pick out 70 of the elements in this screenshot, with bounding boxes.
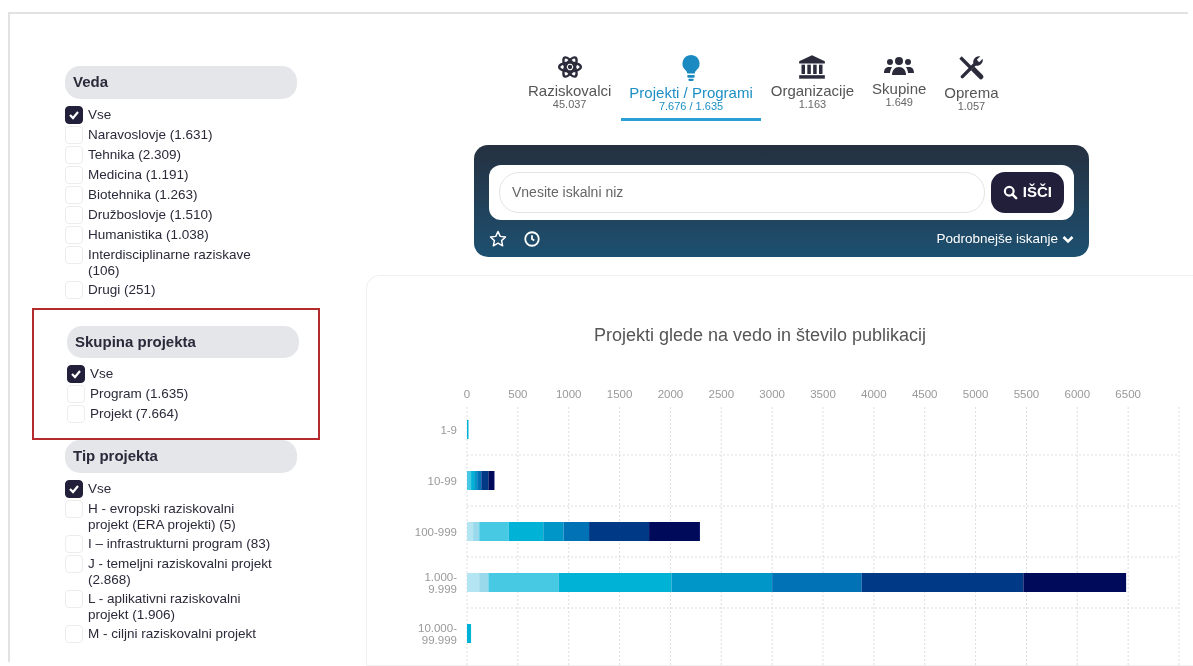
checkbox-label: Program (1.635) [90, 386, 189, 402]
bar-segment [467, 624, 472, 644]
axis-tick-label: 6500 [1115, 388, 1141, 401]
category-label: 10.000- 99.999 [418, 621, 457, 646]
tab[interactable]: Oprema 1.057 [936, 54, 1007, 121]
tab[interactable]: Raziskovalci 45.037 [520, 54, 620, 121]
checkbox-label: Vse [88, 106, 112, 123]
checkbox[interactable] [65, 479, 83, 498]
chart-title: Projekti glede na vedo in število publikacij [592, 324, 928, 348]
axis-tick-label: 0 [463, 388, 471, 401]
tab-count: 7.676 / 1.635 [658, 101, 724, 112]
axis-tick-label: 2500 [708, 388, 735, 401]
tab[interactable]: Organizacije 1.163 [762, 54, 863, 121]
chevron-down-icon [1062, 234, 1074, 244]
category-label: 1.000- 9.999 [424, 570, 457, 595]
checkbox-label: M - ciljni raziskovalni projekt [88, 625, 257, 642]
axis-tick-label: 5500 [1013, 388, 1040, 401]
tab[interactable]: Skupine 1.649 [864, 54, 935, 121]
atom-icon [556, 54, 583, 80]
checkmark-icon [70, 368, 82, 380]
category-label: 10-99 [427, 474, 457, 487]
building-icon [798, 54, 827, 80]
axis-tick-label: 6000 [1064, 388, 1091, 401]
axis-tick-label: 4500 [911, 388, 938, 401]
tab-label: Raziskovalci [528, 83, 612, 98]
tab-count: 1.057 [957, 101, 986, 112]
axis-tick-label: 1000 [555, 388, 582, 401]
filter-heading: Skupina projekta [67, 325, 299, 358]
category-label: 100-999 [414, 525, 457, 538]
category-label: 1-9 [440, 423, 457, 436]
advanced-search-toggle[interactable]: Podrobnejše iskanje [936, 229, 1074, 250]
checkbox-label: H - evropski raziskovalni projekt (ERA projekti) (5) [88, 500, 237, 533]
people-icon [883, 54, 916, 78]
checkbox-label: Humanistika (1.038) [88, 226, 209, 243]
checkbox-label: Naravoslovje (1.631) [88, 126, 213, 143]
axis-tick-label: 5000 [962, 388, 989, 401]
checkbox-label: Družboslovje (1.510) [88, 206, 213, 223]
axis-tick-label: 2000 [657, 388, 684, 401]
checkbox[interactable] [67, 365, 85, 383]
checkbox-label: J - temeljni raziskovalni projekt (2.868) [88, 555, 273, 588]
checkbox-label: Drugi (251) [88, 281, 156, 298]
checkbox[interactable] [65, 105, 83, 124]
tools-icon [957, 54, 986, 82]
axis-tick-label: 500 [508, 388, 528, 401]
checkbox-label: Medicina (1.191) [88, 166, 189, 183]
tab-count: 45.037 [552, 99, 587, 110]
filter-heading: Veda [65, 66, 297, 99]
checkbox-label: Projekt (7.664) [90, 406, 179, 422]
tab-count: 1.649 [885, 97, 913, 108]
axis-tick-label: 1500 [606, 388, 633, 401]
filter-heading: Tip projekta [65, 440, 297, 473]
checkbox-label: I – infrastrukturni program (83) [88, 535, 271, 552]
checkbox-label: Tehnika (2.309) [88, 146, 182, 163]
search-field[interactable]: Vnesite iskalni niz [499, 172, 985, 213]
bar-segment [649, 522, 700, 542]
checkbox-label: Biotehnika (1.263) [88, 186, 198, 203]
checkbox-label: Vse [88, 480, 112, 497]
axis-tick-label: 3000 [759, 388, 785, 401]
checkbox-label: Interdisciplinarne raziskave (106) [88, 246, 252, 279]
checkbox-label: Vse [90, 366, 114, 382]
star-icon[interactable] [489, 230, 507, 249]
search-button[interactable]: IŠČI [990, 172, 1064, 213]
axis-tick-label: 3500 [810, 388, 836, 401]
tab[interactable]: Projekti / Programi 7.676 / 1.635 [621, 54, 761, 121]
tab-count: 1.163 [798, 99, 827, 110]
search-icon [1002, 185, 1018, 200]
axis-tick-label: 4000 [861, 388, 887, 401]
checkbox-label: L - aplikativni raziskovalni projekt (1.906) [88, 590, 242, 623]
bar-segment [467, 573, 480, 593]
clock-icon[interactable] [523, 230, 541, 249]
